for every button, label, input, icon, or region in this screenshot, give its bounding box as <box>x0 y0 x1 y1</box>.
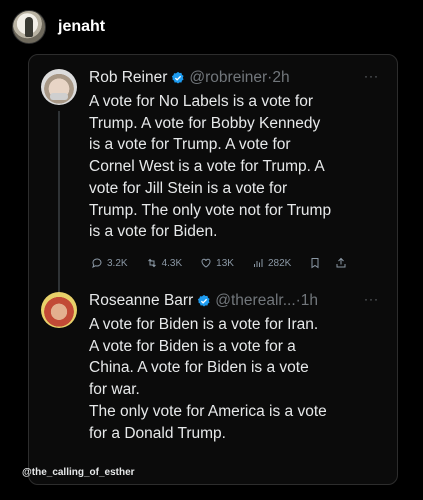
avatar[interactable] <box>41 69 77 105</box>
tweet-card: Rob Reiner @robreiner · 2h ··· A vote fo… <box>28 54 398 485</box>
avatar[interactable] <box>12 10 46 44</box>
handle[interactable]: @therealr... <box>215 292 295 310</box>
repost-icon <box>147 258 156 268</box>
share-icon <box>336 257 346 268</box>
views-icon <box>253 259 263 267</box>
views-button[interactable]: 282K <box>252 257 291 269</box>
username[interactable]: jenaht <box>58 18 105 36</box>
watermark: @the_calling_of_esther <box>22 467 135 478</box>
timestamp[interactable]: 1h <box>301 292 318 310</box>
like-button[interactable]: 13K <box>200 257 234 269</box>
share-button[interactable] <box>335 257 347 269</box>
display-name[interactable]: Roseanne Barr <box>89 292 193 310</box>
reply-icon <box>92 258 102 268</box>
reply-button[interactable]: 3.2K <box>91 257 128 269</box>
post-header: jenaht <box>12 10 105 44</box>
tweet-header: Roseanne Barr @therealr... · 1h <box>89 292 318 310</box>
bookmark-button[interactable] <box>309 257 321 269</box>
repost-button[interactable]: 4.3K <box>146 257 183 269</box>
tweet-text: A vote for No Labels is a vote for Trump… <box>89 93 332 241</box>
timestamp[interactable]: 2h <box>272 69 289 87</box>
more-icon[interactable]: ··· <box>364 69 379 83</box>
like-count: 13K <box>216 257 234 269</box>
tweet-actions: 3.2K 4.3K 13K 282K <box>91 257 391 269</box>
bookmark-icon <box>311 258 319 269</box>
repost-count: 4.3K <box>161 257 183 269</box>
like-icon <box>201 258 211 268</box>
tweet-text: A vote for Biden is a vote for Iran. A v… <box>89 316 327 442</box>
verified-badge-icon <box>172 71 184 84</box>
handle[interactable]: @robreiner <box>189 69 267 87</box>
tweet-header: Rob Reiner @robreiner · 2h <box>89 69 290 87</box>
display-name[interactable]: Rob Reiner <box>89 69 167 87</box>
screenshot: jenaht Rob Reiner @robreiner · 2h ··· A … <box>0 0 423 500</box>
avatar[interactable] <box>41 292 77 328</box>
verified-badge-icon <box>198 294 210 307</box>
view-count: 282K <box>267 257 292 269</box>
more-icon[interactable]: ··· <box>364 292 379 306</box>
reply-count: 3.2K <box>107 257 128 269</box>
thread-line <box>58 111 60 301</box>
